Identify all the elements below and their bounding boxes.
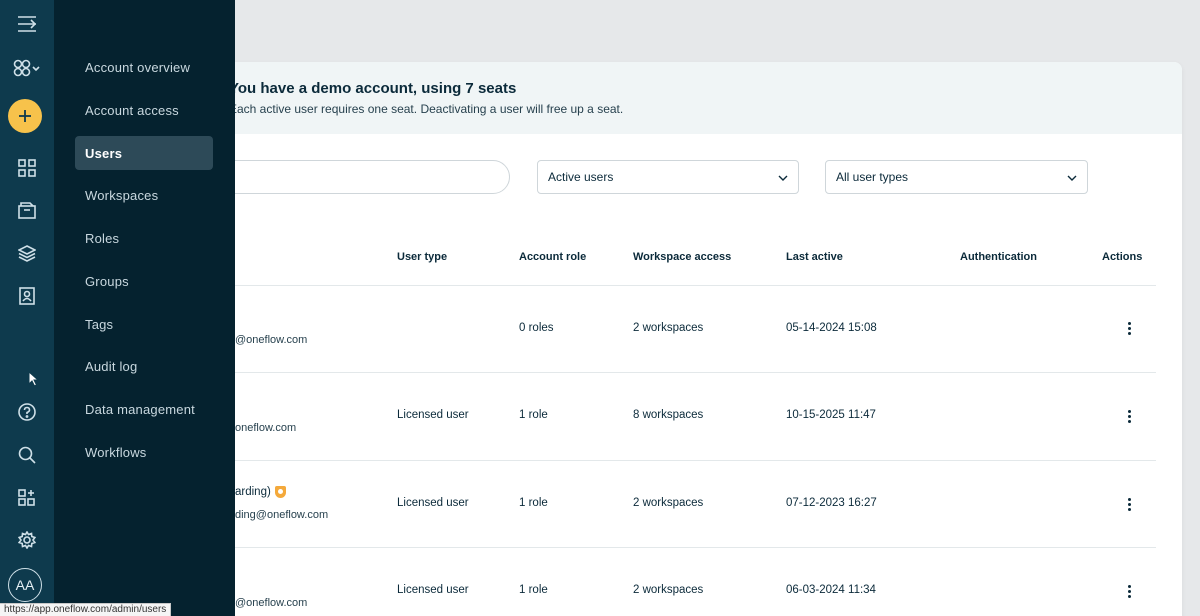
- last-active-cell: 06-03-2024 11:34: [786, 584, 876, 596]
- header-authentication[interactable]: Authentication: [960, 251, 1037, 263]
- admin-drawer: Account overview Account access Users Wo…: [54, 0, 235, 616]
- last-active-cell: 07-12-2023 16:27: [786, 497, 877, 509]
- shield-badge-icon: [274, 486, 286, 498]
- account-role-cell: 1 role: [519, 584, 548, 596]
- workspace-switcher-icon[interactable]: [0, 51, 54, 85]
- mouse-pointer-icon: [28, 370, 40, 392]
- nav-item-workflows[interactable]: Workflows: [75, 435, 213, 469]
- main-content: You have a demo account, using 7 seats E…: [235, 0, 1200, 616]
- row-actions-menu-icon[interactable]: [1120, 318, 1138, 338]
- user-type-filter-value: All user types: [836, 170, 909, 184]
- workspace-access-cell: 2 workspaces: [633, 322, 704, 334]
- search-icon[interactable]: [0, 438, 54, 472]
- nav-item-account-access[interactable]: Account access: [75, 93, 213, 127]
- last-active-cell: 05-14-2024 15:08: [786, 322, 877, 334]
- user-email: oneflow.com: [235, 422, 297, 434]
- help-icon[interactable]: [0, 395, 54, 429]
- user-type-cell: Licensed user: [397, 584, 469, 596]
- user-type-filter-select[interactable]: All user types: [825, 160, 1088, 194]
- contacts-icon[interactable]: [0, 279, 54, 313]
- nav-item-data-management[interactable]: Data management: [75, 392, 213, 426]
- banner-title: You have a demo account, using 7 seats: [235, 80, 517, 97]
- nav-item-account-overview[interactable]: Account overview: [75, 50, 213, 84]
- nav-item-workspaces[interactable]: Workspaces: [75, 178, 213, 212]
- seat-banner: You have a demo account, using 7 seats E…: [235, 62, 1182, 134]
- account-role-cell: 1 role: [519, 409, 548, 421]
- header-account-role[interactable]: Account role: [519, 251, 586, 263]
- account-role-cell: 1 role: [519, 497, 548, 509]
- status-url-bar: https://app.oneflow.com/admin/users: [0, 603, 172, 616]
- workspace-access-cell: 2 workspaces: [633, 584, 704, 596]
- nav-item-roles[interactable]: Roles: [75, 221, 213, 255]
- user-email: ding@oneflow.com: [235, 509, 329, 521]
- plus-icon: [19, 110, 31, 122]
- user-name: arding): [235, 486, 286, 498]
- row-divider: [235, 547, 1156, 548]
- icon-rail: AA: [0, 0, 54, 616]
- documents-icon[interactable]: [0, 193, 54, 227]
- chevron-down-icon: [778, 172, 788, 186]
- header-workspace-access[interactable]: Workspace access: [633, 251, 731, 263]
- row-actions-menu-icon[interactable]: [1120, 494, 1138, 514]
- workspace-access-cell: 2 workspaces: [633, 497, 704, 509]
- status-filter-select[interactable]: Active users: [537, 160, 799, 194]
- account-role-cell: 0 roles: [519, 322, 554, 334]
- nav-item-tags[interactable]: Tags: [75, 307, 213, 341]
- nav-item-audit-log[interactable]: Audit log: [75, 349, 213, 383]
- user-email: @oneflow.com: [235, 597, 308, 609]
- nav-item-groups[interactable]: Groups: [75, 264, 213, 298]
- row-actions-menu-icon[interactable]: [1120, 406, 1138, 426]
- banner-subtitle: Each active user requires one seat. Deac…: [235, 102, 624, 116]
- header-last-active[interactable]: Last active: [786, 251, 843, 263]
- row-actions-menu-icon[interactable]: [1120, 581, 1138, 601]
- user-email: @oneflow.com: [235, 334, 308, 346]
- status-filter-value: Active users: [548, 170, 614, 184]
- avatar[interactable]: AA: [8, 568, 42, 602]
- create-plus-button[interactable]: [8, 99, 42, 133]
- users-card: You have a demo account, using 7 seats E…: [235, 62, 1182, 616]
- dashboard-grid-icon[interactable]: [0, 151, 54, 185]
- search-input[interactable]: [235, 160, 510, 194]
- user-name-text: arding): [235, 486, 271, 499]
- row-divider: [235, 372, 1156, 373]
- templates-layers-icon[interactable]: [0, 236, 54, 270]
- nav-item-users[interactable]: Users: [75, 136, 213, 170]
- extensions-icon[interactable]: [0, 481, 54, 515]
- row-divider: [235, 285, 1156, 286]
- settings-icon[interactable]: [0, 523, 54, 557]
- menu-collapse-icon[interactable]: [0, 7, 54, 41]
- row-divider: [235, 460, 1156, 461]
- workspace-access-cell: 8 workspaces: [633, 409, 704, 421]
- header-user-type[interactable]: User type: [397, 251, 447, 263]
- user-type-cell: Licensed user: [397, 409, 469, 421]
- chevron-down-icon: [1067, 172, 1077, 186]
- header-actions: Actions: [1102, 251, 1143, 263]
- last-active-cell: 10-15-2025 11:47: [786, 409, 876, 421]
- user-type-cell: Licensed user: [397, 497, 469, 509]
